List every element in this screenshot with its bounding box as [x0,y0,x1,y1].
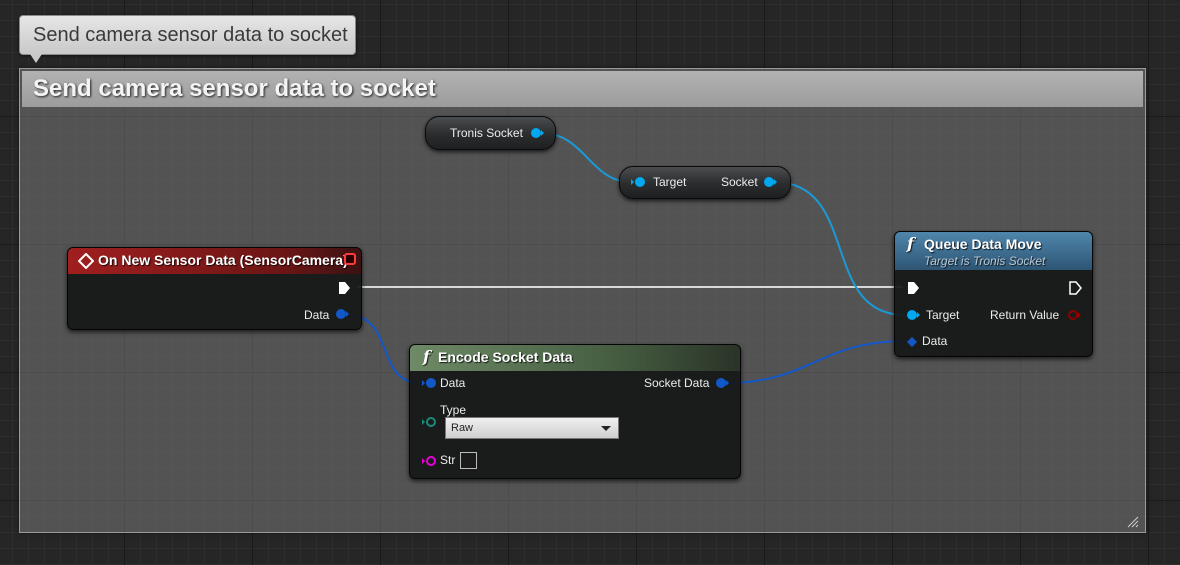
queue-node-subtitle: Target is Tronis Socket [924,254,1046,268]
socket-wire-2[interactable] [773,181,906,316]
type-dropdown[interactable]: Raw [445,417,619,439]
encode-data-label: Data [440,376,466,390]
tronis-socket-label: Tronis Socket [450,126,523,140]
function-icon: f [907,234,914,253]
encode-str-label: Str [440,453,456,467]
data-wire-2[interactable] [725,340,906,384]
event-data-pin-icon[interactable] [334,308,350,320]
queue-exec-in-pin-icon[interactable] [906,281,920,295]
socket-getter-node[interactable]: Target Socket [619,166,791,199]
queue-exec-out-pin-icon[interactable] [1068,281,1082,295]
event-node-header[interactable]: On New Sensor Data (SensorCamera) [68,248,361,274]
encode-node-title: Encode Socket Data [438,349,573,365]
encode-socket-data-label: Socket Data [644,376,710,390]
encode-str-pin-icon[interactable] [421,455,437,467]
delegate-pin-icon[interactable] [344,253,356,265]
str-checkbox[interactable] [460,452,477,469]
queue-data-label: Data [922,334,948,348]
encode-type-label: Type [440,403,467,417]
function-icon: f [423,347,430,366]
getter-target-pin-icon[interactable] [630,176,646,188]
type-dropdown-value: Raw [451,422,474,434]
queue-target-pin-icon[interactable] [905,309,921,321]
event-diamond-icon [78,253,94,269]
queue-target-label: Target [926,308,960,322]
event-data-label: Data [304,308,330,322]
queue-return-pin-icon[interactable] [1066,309,1082,321]
getter-socket-label: Socket [721,175,758,189]
queue-data-move-node[interactable]: f Queue Data Move Target is Tronis Socke… [894,231,1093,357]
event-node[interactable]: On New Sensor Data (SensorCamera) Data [67,247,362,330]
queue-data-pin-icon[interactable] [906,336,918,348]
encode-socket-data-pin-icon[interactable] [714,377,730,389]
tronis-socket-pin-icon[interactable] [529,127,545,139]
queue-node-header[interactable]: f Queue Data Move Target is Tronis Socke… [895,232,1092,270]
encode-socket-data-node[interactable]: f Encode Socket Data Data Socket Data Ty… [409,344,741,479]
chevron-down-icon [601,426,611,431]
tronis-socket-node[interactable]: Tronis Socket [425,116,556,150]
getter-target-label: Target [653,175,687,189]
queue-return-label: Return Value [990,308,1060,322]
getter-socket-pin-icon[interactable] [762,176,778,188]
event-node-title: On New Sensor Data (SensorCamera) [98,252,348,268]
encode-data-in-pin-icon[interactable] [421,377,437,389]
encode-node-header[interactable]: f Encode Socket Data [410,345,740,371]
encode-type-pin-icon[interactable] [421,416,437,428]
exec-out-pin-icon[interactable] [337,281,351,295]
